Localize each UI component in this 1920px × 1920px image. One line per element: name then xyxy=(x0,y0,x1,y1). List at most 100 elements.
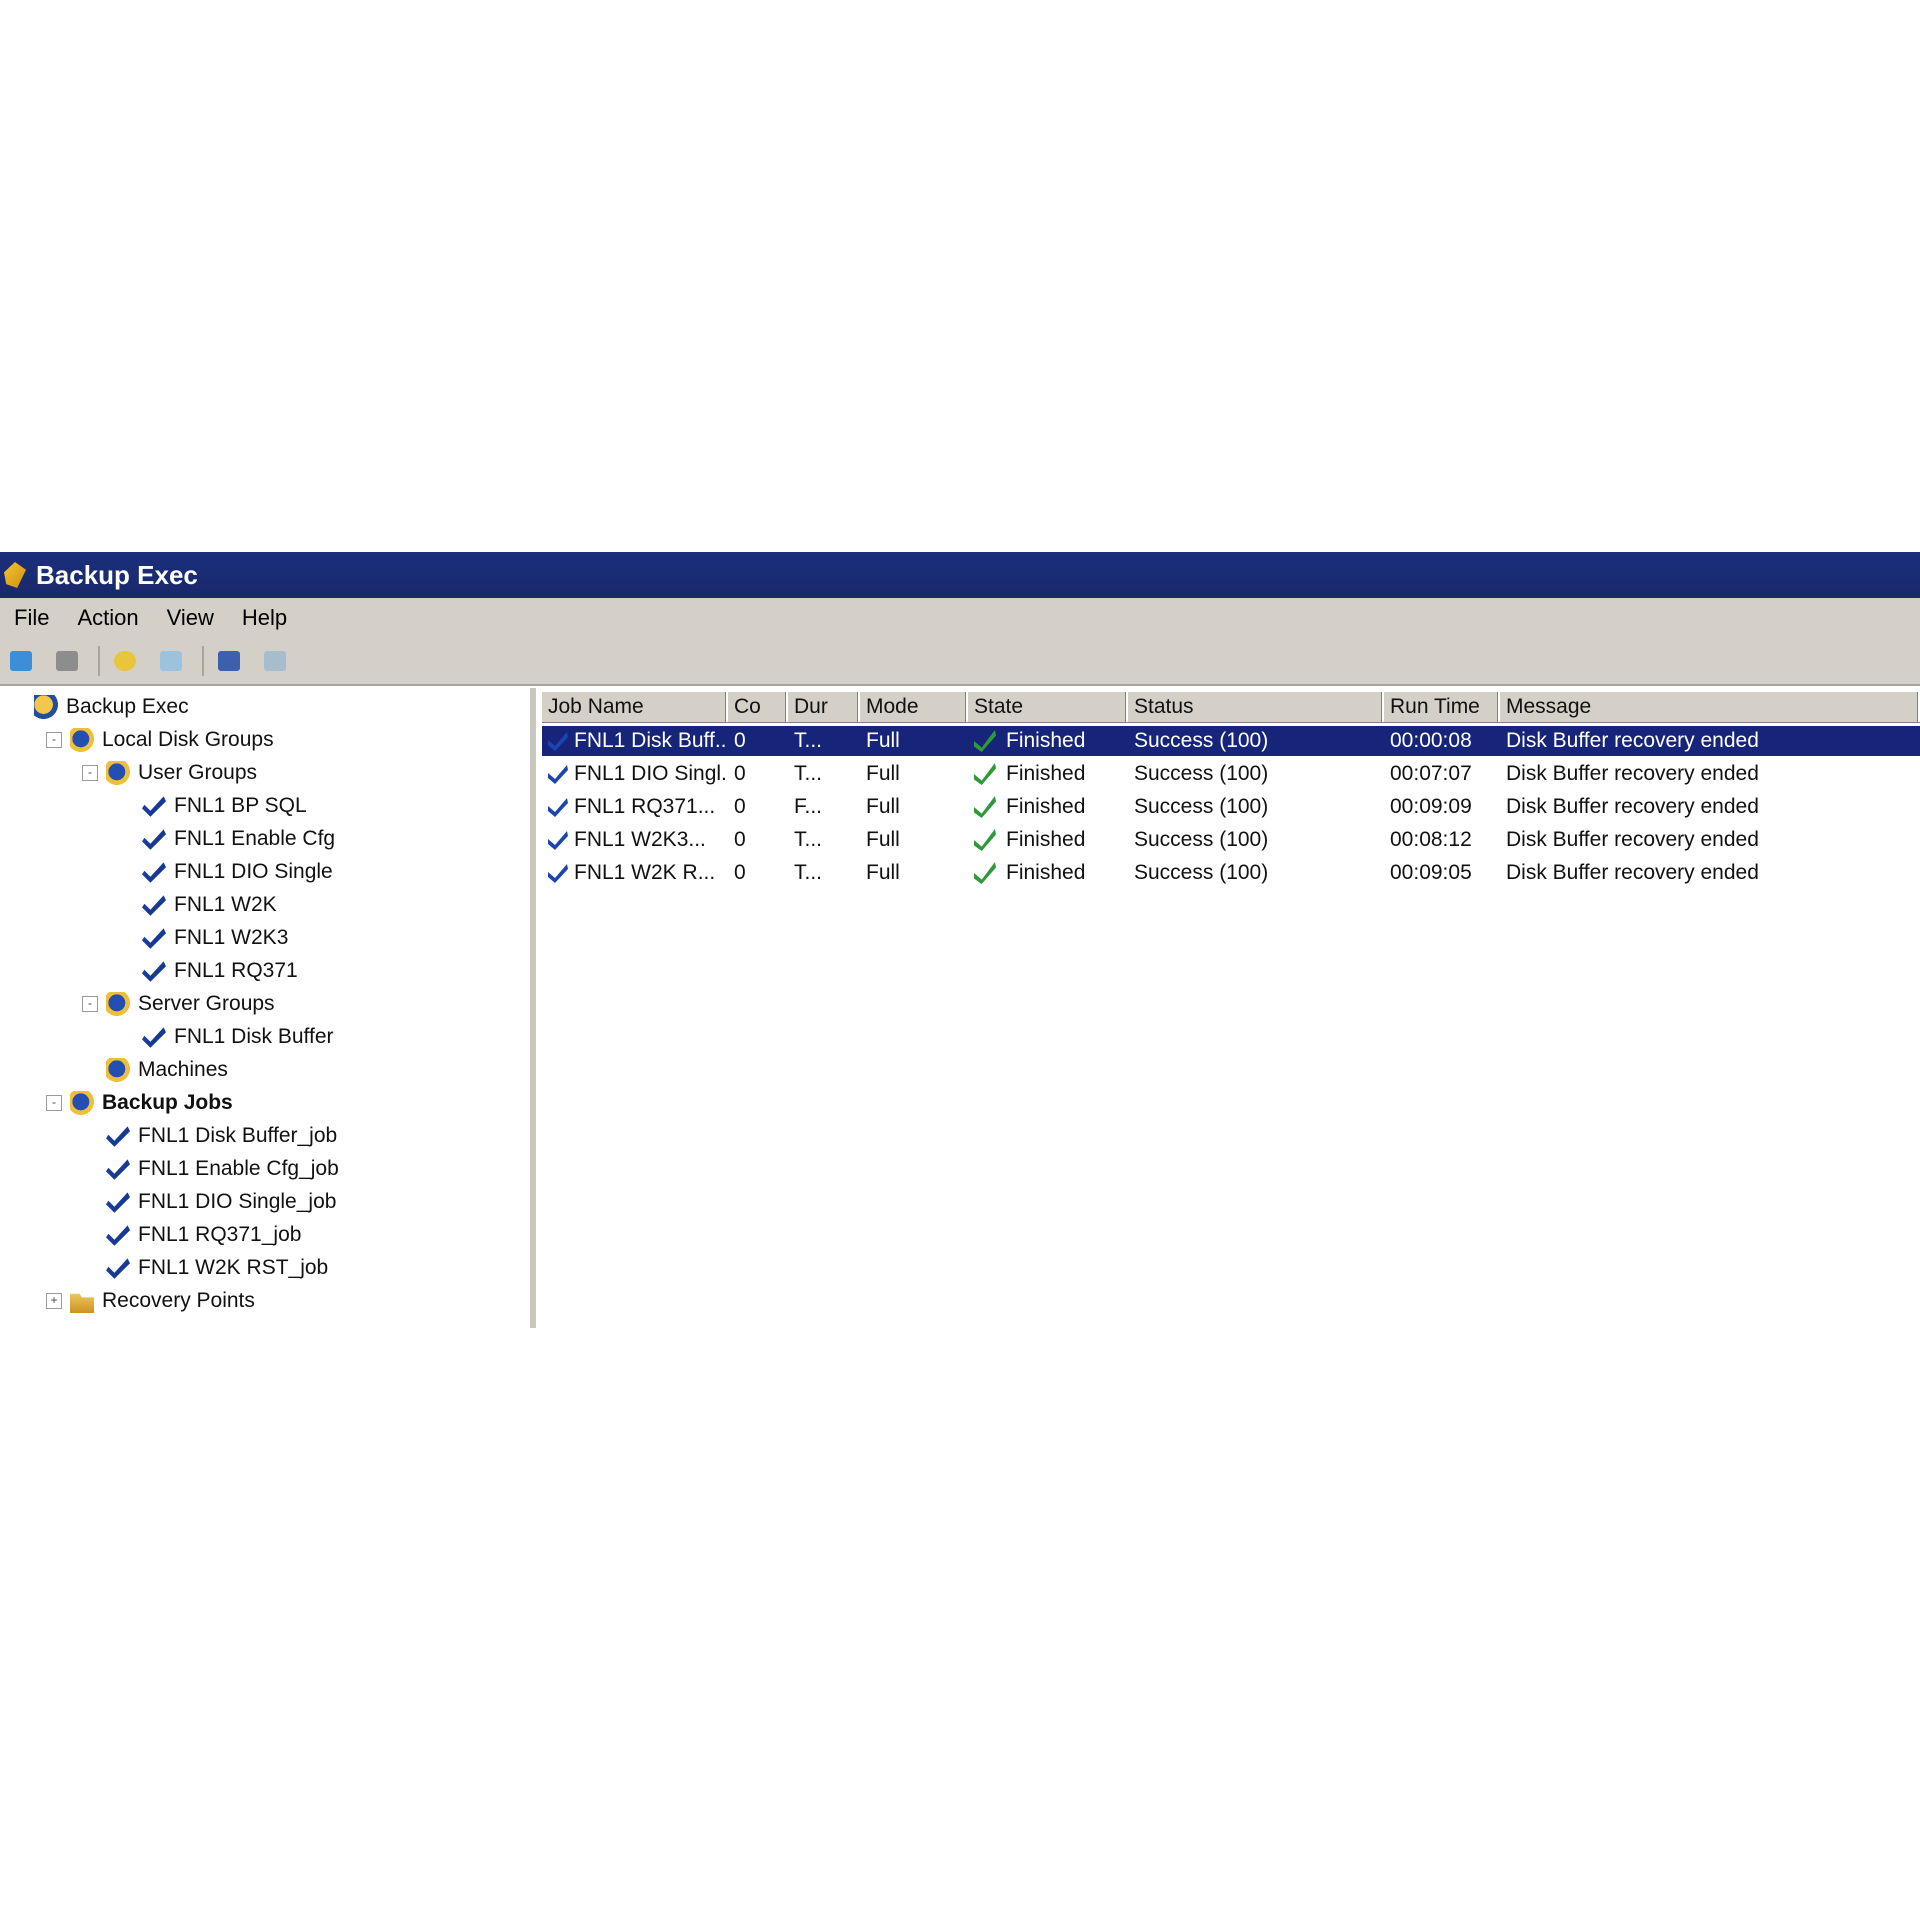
cell-text: 00:09:09 xyxy=(1390,795,1472,818)
tree-item[interactable]: FNL1 Enable Cfg xyxy=(118,824,335,854)
tree-expander-icon[interactable]: - xyxy=(46,1095,62,1111)
table-cell: Success (100) xyxy=(1128,726,1384,756)
tree-item[interactable]: - Local Disk Groups xyxy=(46,725,274,755)
forward-button[interactable] xyxy=(52,646,82,676)
back-button[interactable] xyxy=(6,646,36,676)
cell-text: 00:09:05 xyxy=(1390,861,1472,884)
menu-action[interactable]: Action xyxy=(63,598,152,638)
tree-item[interactable]: FNL1 W2K RST_job xyxy=(82,1253,328,1283)
column-header[interactable]: Job Name xyxy=(542,692,728,722)
column-header[interactable]: Run Time xyxy=(1384,692,1500,722)
menu-view[interactable]: View xyxy=(153,598,228,638)
success-check-icon xyxy=(974,862,996,884)
tree-item-label: Backup Jobs xyxy=(102,1091,233,1114)
cell-text: FNL1 DIO Singl... xyxy=(574,762,728,785)
tree-item[interactable]: FNL1 W2K xyxy=(118,890,277,920)
job-check-icon xyxy=(548,798,568,817)
table-cell: Finished xyxy=(968,825,1128,855)
tree-item[interactable]: FNL1 RQ371 xyxy=(118,956,298,986)
tree-item[interactable]: + Recovery Points xyxy=(46,1286,255,1316)
tree-expander-icon[interactable]: - xyxy=(46,732,62,748)
tree-item[interactable]: Machines xyxy=(82,1055,228,1085)
tree-item-label: FNL1 DIO Single_job xyxy=(138,1190,337,1213)
tree-item[interactable]: - User Groups xyxy=(82,758,257,788)
up-button[interactable] xyxy=(110,646,140,676)
edit-button[interactable] xyxy=(156,646,186,676)
tree-item-label: Backup Exec xyxy=(66,695,189,718)
tree-item[interactable]: FNL1 Enable Cfg_job xyxy=(82,1154,339,1184)
properties-button[interactable] xyxy=(214,646,244,676)
tree-item-label: Local Disk Groups xyxy=(102,728,274,751)
tree-item[interactable]: FNL1 BP SQL xyxy=(118,791,307,821)
table-cell: Full xyxy=(860,792,968,822)
menu-file[interactable]: File xyxy=(0,598,63,638)
tree-item-label: FNL1 DIO Single xyxy=(174,860,333,883)
tree-item-label: FNL1 W2K3 xyxy=(174,926,289,949)
cell-text: T... xyxy=(794,729,823,752)
column-header[interactable]: Co xyxy=(728,692,788,722)
tree-expander-icon[interactable]: - xyxy=(82,765,98,781)
tree-expander-icon[interactable]: + xyxy=(46,1293,62,1309)
table-row[interactable]: FNL1 DIO Singl... 0 T... Full Finished Succes… xyxy=(542,759,1920,789)
cell-text: 0 xyxy=(734,762,746,785)
cell-text: FNL1 RQ371... xyxy=(574,795,716,818)
table-cell: 00:09:09 xyxy=(1384,792,1500,822)
group-icon xyxy=(70,728,94,752)
column-header[interactable]: Mode xyxy=(860,692,968,722)
job-check-icon xyxy=(106,1258,130,1279)
cell-text: Finished xyxy=(1006,861,1086,884)
tree-item-label: Recovery Points xyxy=(102,1289,255,1312)
cell-text: Disk Buffer recovery ended xyxy=(1506,729,1759,752)
tree-item[interactable]: - Backup Jobs xyxy=(46,1088,233,1118)
column-header-row: Job Name Co Dur Mode State Status Run Time Mess… xyxy=(542,692,1920,723)
tree-item-label: Server Groups xyxy=(138,992,275,1015)
column-header[interactable]: Status xyxy=(1128,692,1384,722)
menu-help[interactable]: Help xyxy=(228,598,301,638)
tree-item[interactable]: Backup Exec xyxy=(10,692,189,722)
table-cell: 0 xyxy=(728,825,788,855)
tree-item[interactable]: FNL1 RQ371_job xyxy=(82,1220,301,1250)
job-check-icon xyxy=(142,862,166,883)
tree-item[interactable]: FNL1 Disk Buffer_job xyxy=(82,1121,337,1151)
tree-item[interactable]: FNL1 DIO Single xyxy=(118,857,333,887)
table-cell: Disk Buffer recovery ended xyxy=(1500,792,1920,822)
cell-text: T... xyxy=(794,762,823,785)
menu-bar: File Action View Help xyxy=(0,598,1920,638)
tree-item-label: FNL1 Disk Buffer xyxy=(174,1025,334,1048)
tree-item[interactable]: FNL1 Disk Buffer xyxy=(118,1022,334,1052)
tree-item-label: FNL1 BP SQL xyxy=(174,794,307,817)
tree-item[interactable]: - Server Groups xyxy=(82,989,275,1019)
table-cell: FNL1 W2K R... xyxy=(542,858,728,888)
cell-text: 00:08:12 xyxy=(1390,828,1472,851)
tree-item[interactable]: FNL1 DIO Single_job xyxy=(82,1187,336,1217)
title-bar: Backup Exec xyxy=(0,552,1920,598)
help-button[interactable] xyxy=(260,646,290,676)
table-row[interactable]: FNL1 RQ371... 0 F... Full Finished Success (1… xyxy=(542,792,1920,822)
table-cell: Success (100) xyxy=(1128,759,1384,789)
table-row[interactable]: FNL1 W2K3... 0 T... Full Finished Success (10… xyxy=(542,825,1920,855)
cell-text: Finished xyxy=(1006,762,1086,785)
column-header[interactable]: Dur xyxy=(788,692,860,722)
cell-text: Success (100) xyxy=(1134,861,1269,884)
cell-text: Success (100) xyxy=(1134,828,1269,851)
job-list: Job Name Co Dur Mode State Status Run Time Mess… xyxy=(542,688,1920,1328)
tree-item[interactable]: FNL1 W2K3 xyxy=(118,923,288,953)
table-row[interactable]: FNL1 Disk Buff... 0 T... Full Finished Succes… xyxy=(542,726,1920,756)
table-row[interactable]: FNL1 W2K R... 0 T... Full Finished Success (1… xyxy=(542,858,1920,888)
cell-text: 0 xyxy=(734,795,746,818)
table-cell: Full xyxy=(860,759,968,789)
job-check-icon xyxy=(548,765,568,784)
job-check-icon xyxy=(548,732,568,751)
navigation-tree: Backup Exec - Local Disk Groups - User Group… xyxy=(0,688,536,1328)
column-header[interactable]: State xyxy=(968,692,1128,722)
cell-text: Success (100) xyxy=(1134,795,1269,818)
cell-text: FNL1 W2K R... xyxy=(574,861,716,884)
tree-expander-icon[interactable]: - xyxy=(82,996,98,1012)
column-header[interactable]: Message xyxy=(1500,692,1920,722)
